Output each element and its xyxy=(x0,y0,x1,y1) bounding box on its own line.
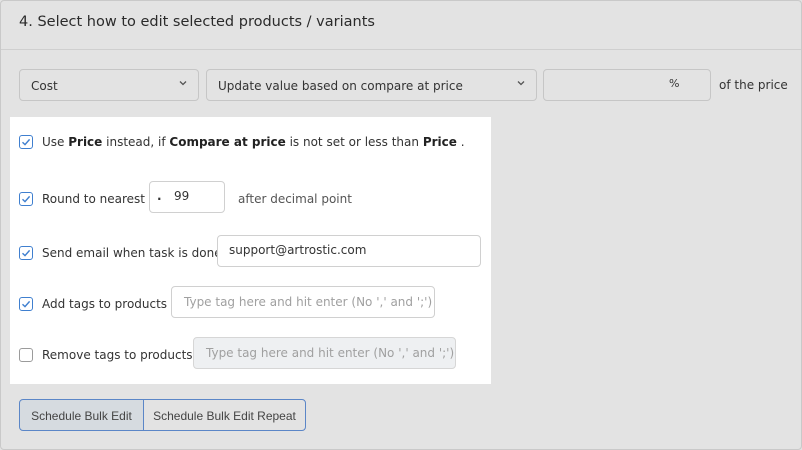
add-tags-label: Add tags to products xyxy=(42,297,168,311)
method-select-value: Update value based on compare at price xyxy=(218,79,463,93)
value-input[interactable]: % xyxy=(543,69,711,101)
chevron-down-icon xyxy=(179,81,187,86)
use-price-label: Use Price instead, if Compare at price i… xyxy=(42,135,465,149)
field-select-value: Cost xyxy=(31,79,58,93)
use-price-checkbox[interactable] xyxy=(19,135,33,149)
method-select[interactable]: Update value based on compare at price xyxy=(206,69,537,101)
schedule-bulk-edit-repeat-label: Schedule Bulk Edit Repeat xyxy=(153,409,296,423)
check-icon xyxy=(22,138,31,146)
round-checkbox[interactable] xyxy=(19,192,33,206)
schedule-bulk-edit-repeat-button[interactable]: Schedule Bulk Edit Repeat xyxy=(143,399,306,431)
remove-tags-label: Remove tags to products xyxy=(42,348,193,362)
remove-tags-checkbox[interactable] xyxy=(19,348,33,362)
check-icon xyxy=(22,300,31,308)
check-icon xyxy=(22,195,31,203)
options-panel: Use Price instead, if Compare at price i… xyxy=(10,117,491,384)
add-tags-checkbox[interactable] xyxy=(19,297,33,311)
value-suffix-label: of the price xyxy=(719,78,788,92)
round-label: Round to nearest xyxy=(42,192,145,206)
schedule-bulk-edit-label: Schedule Bulk Edit xyxy=(31,409,132,423)
remove-tags-placeholder: Type tag here and hit enter (No ',' and … xyxy=(206,346,455,360)
decimal-point: . xyxy=(157,189,162,203)
field-select[interactable]: Cost xyxy=(19,69,199,101)
round-suffix-label: after decimal point xyxy=(238,192,352,206)
bulk-edit-section: 4. Select how to edit selected products … xyxy=(0,0,802,450)
chevron-down-icon xyxy=(517,81,525,86)
email-input[interactable]: support@artrostic.com xyxy=(217,235,481,267)
email-value: support@artrostic.com xyxy=(229,243,367,257)
email-label: Send email when task is done xyxy=(42,246,222,260)
add-tags-placeholder: Type tag here and hit enter (No ',' and … xyxy=(184,295,433,309)
add-tags-input[interactable]: Type tag here and hit enter (No ',' and … xyxy=(171,286,435,318)
section-title: 4. Select how to edit selected products … xyxy=(19,14,375,30)
check-icon xyxy=(22,249,31,257)
remove-tags-input[interactable]: Type tag here and hit enter (No ',' and … xyxy=(193,337,456,369)
schedule-bulk-edit-button[interactable]: Schedule Bulk Edit xyxy=(19,399,144,431)
section-header: 4. Select how to edit selected products … xyxy=(1,1,801,50)
email-checkbox[interactable] xyxy=(19,246,33,260)
round-value: 99 xyxy=(174,189,190,203)
round-input[interactable]: . 99 xyxy=(149,181,225,213)
percent-unit: % xyxy=(669,77,680,90)
